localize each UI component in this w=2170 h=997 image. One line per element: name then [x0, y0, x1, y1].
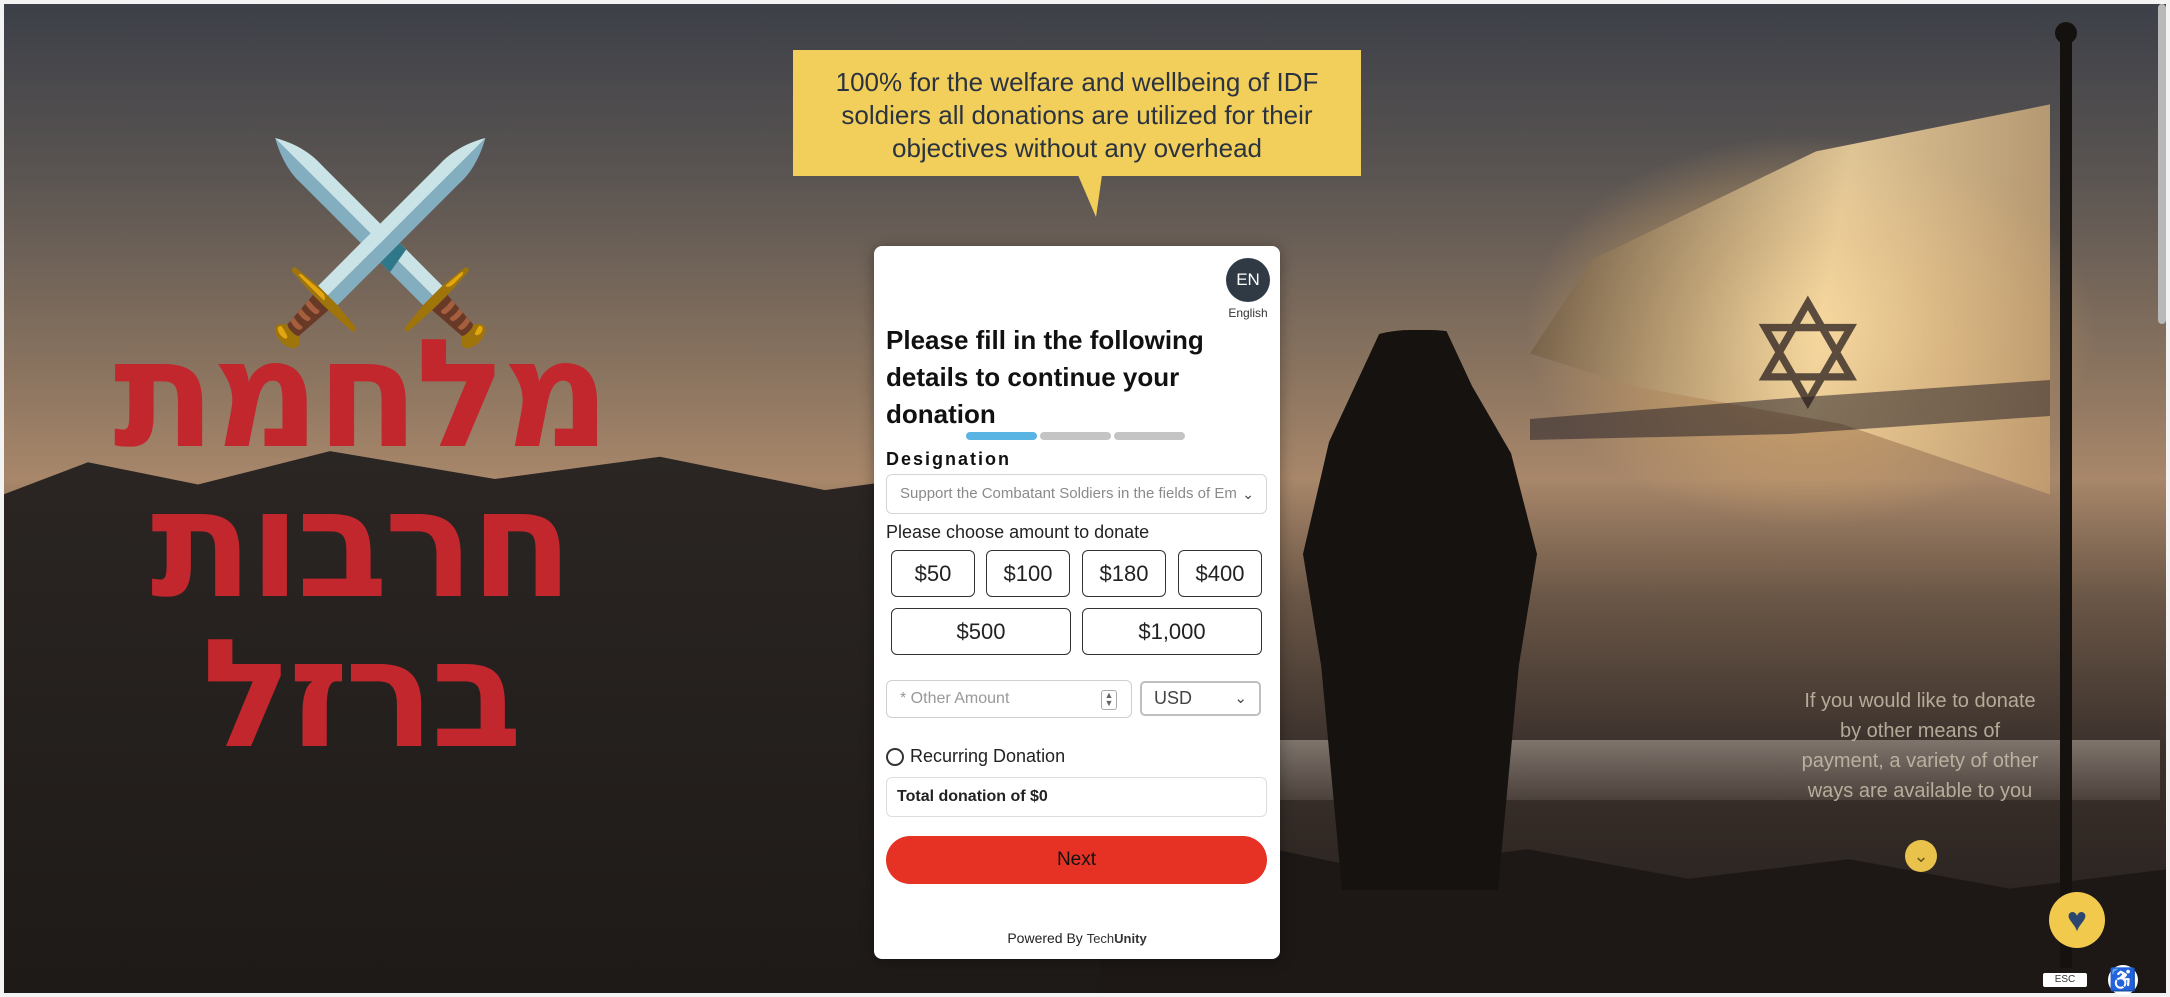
next-button[interactable]: Next [886, 836, 1267, 884]
designation-select[interactable]: Support the Combatant Soldiers in the fi… [886, 474, 1267, 514]
donation-form: EN English Please fill in the following … [874, 246, 1280, 959]
esc-badge: ESC [2043, 973, 2087, 987]
chevron-down-icon: ⌄ [1234, 690, 1247, 707]
chevron-down-circle-icon[interactable]: ⌄ [1905, 840, 1937, 872]
language-label: English [1228, 306, 1268, 320]
powered-by: Powered By TechUnity [874, 930, 1280, 946]
other-amount-input[interactable]: * Other Amount ▲ ▼ [886, 680, 1132, 718]
amount-option-50[interactable]: $50 [891, 550, 975, 597]
amount-option-1000[interactable]: $1,000 [1082, 608, 1262, 655]
step-2-indicator [1040, 432, 1111, 440]
techunity-logo[interactable]: TechUnity [1087, 931, 1147, 946]
scrollbar[interactable] [2158, 4, 2166, 324]
language-button[interactable]: EN [1226, 258, 1270, 302]
step-progress [966, 432, 1185, 440]
amount-option-500[interactable]: $500 [891, 608, 1071, 655]
accessibility-icon[interactable]: ♿ [2108, 965, 2138, 995]
currency-value: USD [1154, 688, 1193, 708]
amount-option-180[interactable]: $180 [1082, 550, 1166, 597]
designation-label: Designation [886, 449, 1012, 469]
hebrew-title-line-1: מלחמת [113, 308, 610, 482]
hebrew-title-line-3: ברזל [201, 608, 523, 782]
designation-value: Support the Combatant Soldiers in the fi… [900, 485, 1237, 502]
other-amount-placeholder: * Other Amount [900, 690, 1010, 707]
step-3-indicator [1114, 432, 1185, 440]
powered-by-label: Powered By [1007, 930, 1083, 946]
heart-donate-button[interactable]: ♥ [2049, 892, 2105, 948]
amount-option-100[interactable]: $100 [986, 550, 1070, 597]
recurring-donation-option[interactable]: Recurring Donation [886, 746, 1065, 767]
other-payment-means-text: If you would like to donate by other mea… [1801, 690, 2039, 802]
hebrew-title: מלחמת חרבות ברזל [110, 320, 610, 770]
overhead-banner: 100% for the welfare and wellbeing of ID… [793, 50, 1361, 176]
currency-select[interactable]: USD ⌄ [1140, 681, 1261, 716]
radio-icon[interactable] [886, 747, 904, 766]
hebrew-title-line-2: חרבות [150, 458, 574, 632]
form-title: Please fill in the following details to … [886, 325, 1204, 429]
chevron-down-icon: ⌄ [1242, 486, 1254, 502]
recurring-label: Recurring Donation [910, 746, 1066, 766]
banner-tail [1078, 175, 1102, 217]
stepper-icon[interactable]: ▲ ▼ [1101, 690, 1117, 710]
amount-prompt: Please choose amount to donate [886, 522, 1150, 542]
amount-option-400[interactable]: $400 [1178, 550, 1262, 597]
total-donation: Total donation of $0 [886, 777, 1267, 817]
step-1-indicator [966, 432, 1037, 440]
